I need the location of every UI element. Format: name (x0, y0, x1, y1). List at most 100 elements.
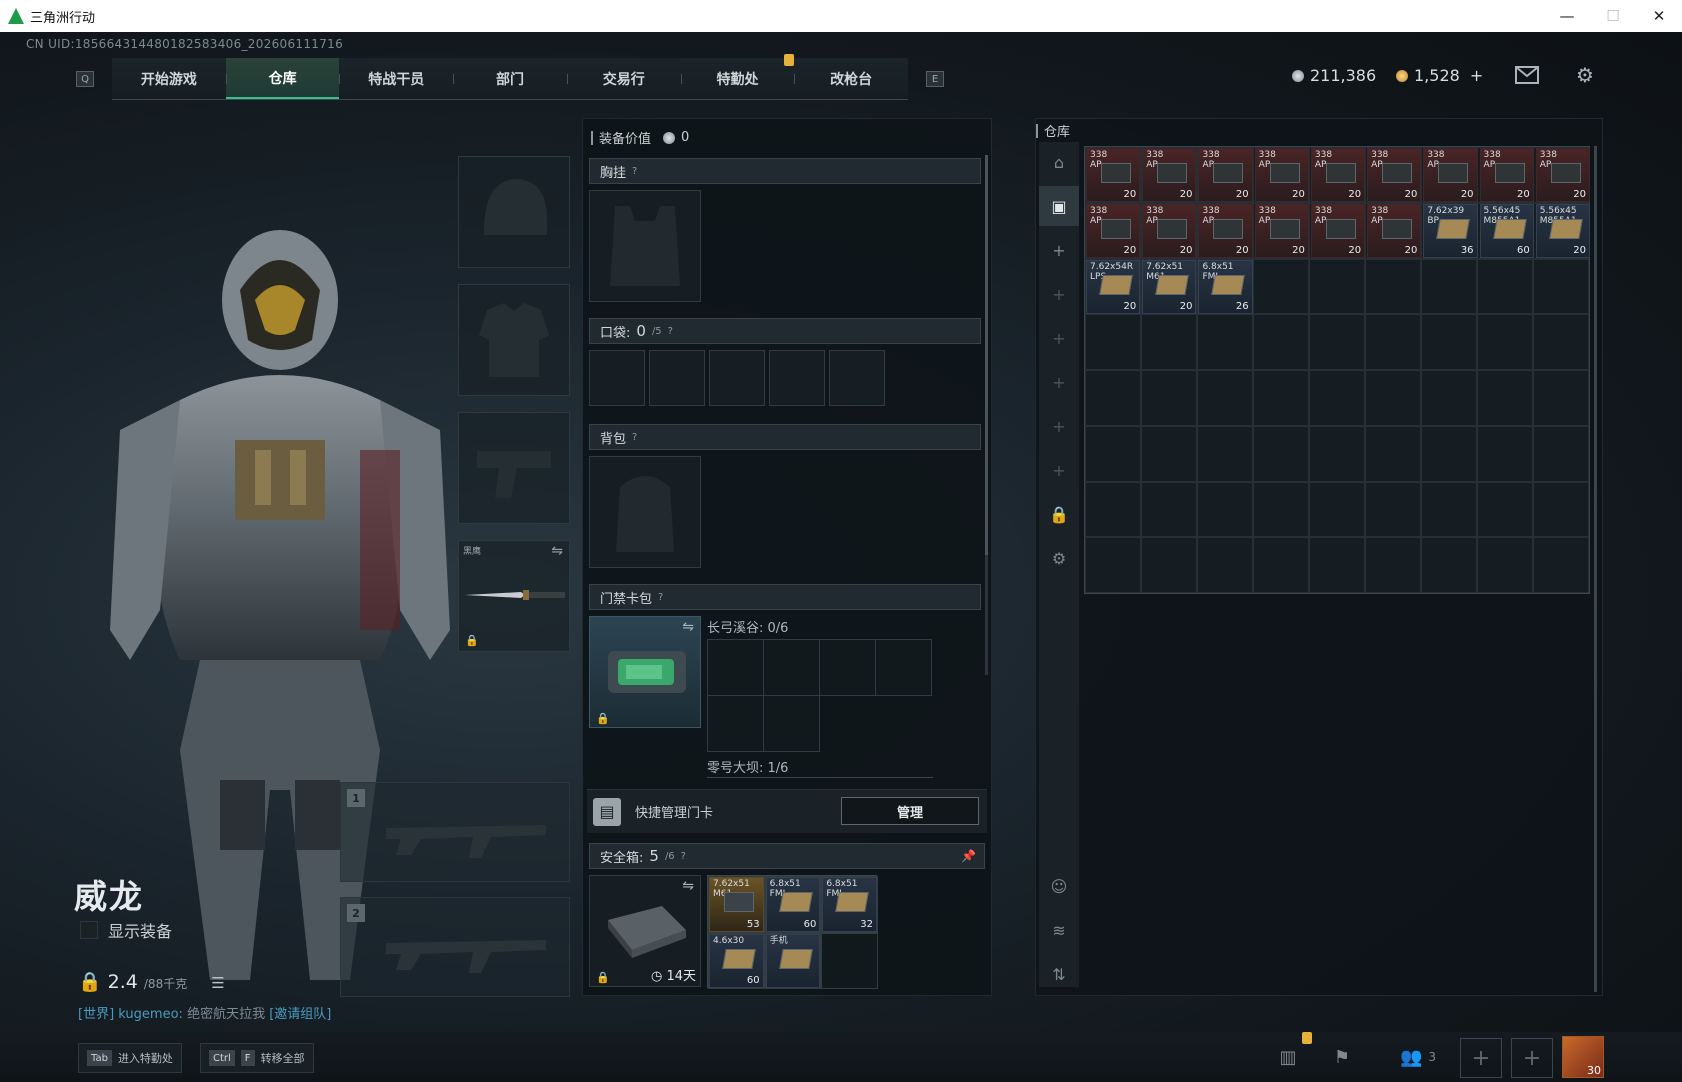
avatar[interactable]: 30 (1562, 1036, 1604, 1078)
stash-cell[interactable] (1141, 370, 1197, 426)
safe-box-item[interactable]: 6.8x51 FMJ 32 (822, 877, 877, 932)
stash-cell[interactable] (1365, 258, 1421, 315)
stash-cell[interactable] (1477, 370, 1533, 426)
stash-cell[interactable] (1309, 314, 1365, 370)
stash-cell[interactable] (1421, 370, 1477, 426)
stash-cell[interactable] (1421, 314, 1477, 370)
stash-item[interactable]: 338 AP 20 (1254, 204, 1309, 258)
stash-cell[interactable] (1253, 314, 1309, 370)
stash-item[interactable]: 338 AP 20 (1367, 148, 1422, 202)
stash-item[interactable]: 338 AP 20 (1086, 148, 1141, 202)
stash-cell[interactable] (1141, 481, 1197, 538)
pocket-slot[interactable] (769, 350, 825, 406)
stash-cell[interactable] (1533, 537, 1589, 593)
gear-icon[interactable]: ⚙ (1039, 538, 1079, 578)
stash-item[interactable]: 338 AP 20 (1254, 148, 1309, 202)
stash-item[interactable]: 338 AP 20 (1367, 204, 1422, 258)
stash-cell[interactable] (1085, 314, 1141, 370)
pocket-slot[interactable] (649, 350, 705, 406)
melee-slot[interactable]: 黑鹰 ⇋ 🔒 (458, 540, 570, 652)
secondary-weapon-slot[interactable]: 2 (340, 897, 570, 997)
safe-box-item[interactable]: 7.62x51 M61 53 (709, 877, 764, 932)
stash-cell[interactable] (1253, 258, 1309, 315)
stash-cell[interactable] (1141, 537, 1197, 593)
stash-cell[interactable] (1141, 425, 1197, 482)
show-equipment-toggle[interactable]: 显示装备 (80, 918, 172, 942)
stash-item[interactable]: 338 AP 20 (1142, 204, 1197, 258)
stash-cell[interactable] (1309, 425, 1365, 482)
swap-icon[interactable]: ⇋ (551, 543, 563, 559)
stash-cell[interactable] (1085, 425, 1141, 482)
stash-cell[interactable] (1533, 370, 1589, 426)
pocket-slot[interactable] (709, 350, 765, 406)
stash-item[interactable]: 6.8x51 FMJ 26 (1198, 260, 1253, 314)
stash-cell[interactable] (1253, 370, 1309, 426)
stash-cell[interactable] (1197, 537, 1253, 593)
safe-box-cell[interactable] (821, 932, 878, 989)
invite-link[interactable]: [邀请组队] (269, 1007, 331, 1022)
phone-item[interactable]: 手机 (765, 933, 821, 988)
stash-cell[interactable] (1421, 258, 1477, 315)
stash-cell[interactable] (1309, 258, 1365, 315)
scrollbar[interactable] (985, 155, 988, 675)
lock-icon[interactable]: 🔒 (1039, 494, 1079, 534)
enter-special-ops-hint[interactable]: Tab 进入特勤处 (78, 1043, 182, 1073)
stash-cell[interactable] (1197, 425, 1253, 482)
keycard-cell[interactable] (707, 695, 764, 752)
stash-item[interactable]: 338 AP 20 (1535, 148, 1590, 202)
backpack-slot[interactable] (589, 456, 701, 568)
stash-home-icon[interactable]: ⌂ (1039, 142, 1079, 182)
stash-item[interactable]: 338 AP 20 (1086, 204, 1141, 258)
help-icon[interactable]: ? (632, 432, 637, 443)
stash-cell[interactable] (1477, 258, 1533, 315)
stash-cell[interactable] (1141, 314, 1197, 370)
stash-cell[interactable] (1197, 370, 1253, 426)
add-page-icon[interactable]: + (1039, 318, 1079, 358)
stash-cell[interactable] (1365, 314, 1421, 370)
nav-prev-key[interactable]: Q (76, 71, 94, 87)
pistol-slot[interactable] (458, 412, 570, 524)
stash-cell[interactable] (1477, 314, 1533, 370)
stash-cell[interactable] (1421, 537, 1477, 593)
list-icon[interactable]: ☰ (211, 974, 224, 992)
stash-cell[interactable] (1197, 314, 1253, 370)
stash-cell[interactable] (1085, 370, 1141, 426)
swap-icon[interactable]: ⇋ (682, 878, 694, 894)
swap-icon[interactable]: ⇋ (682, 619, 694, 635)
flag-icon[interactable]: ⚑ (1322, 1040, 1362, 1074)
keycard-cell[interactable] (819, 639, 876, 696)
stash-item[interactable]: 5.56x45 M855A160 (1479, 204, 1534, 258)
stash-cell[interactable] (1365, 481, 1421, 538)
add-currency-button[interactable]: + (1470, 66, 1483, 85)
stash-cell[interactable] (1253, 425, 1309, 482)
chat-user[interactable]: kugemeo: (118, 1007, 183, 1022)
tab-trading[interactable]: 交易行 (566, 58, 681, 99)
stash-cell[interactable] (1365, 537, 1421, 593)
keycard-cell[interactable] (707, 639, 764, 696)
stash-cell[interactable] (1085, 537, 1141, 593)
keycard-case-slot[interactable]: ⇋ 🔒 (589, 616, 701, 728)
tab-operators[interactable]: 特战干员 (339, 58, 453, 99)
help-icon[interactable]: ? (658, 592, 663, 603)
stash-item[interactable]: 338 AP 20 (1198, 204, 1253, 258)
tab-department[interactable]: 部门 (453, 58, 567, 99)
keycard-cell[interactable] (875, 639, 932, 696)
pocket-slot[interactable] (829, 350, 885, 406)
stash-cell[interactable] (1477, 481, 1533, 538)
keycard-cell[interactable] (763, 639, 820, 696)
tab-special-ops[interactable]: 特勤处 (680, 58, 795, 99)
keycard-cell[interactable] (763, 695, 820, 752)
stash-item[interactable]: 338 AP 20 (1142, 148, 1197, 202)
add-page-icon[interactable]: + (1039, 450, 1079, 490)
add-page-icon[interactable]: + (1039, 362, 1079, 402)
stats-icon[interactable]: ▥ (1268, 1040, 1308, 1074)
mail-icon[interactable] (1514, 64, 1540, 86)
stash-item[interactable]: 5.56x45 M855A120 (1535, 204, 1590, 258)
stash-cell[interactable] (1533, 258, 1589, 315)
transfer-all-hint[interactable]: Ctrl F 转移全部 (200, 1043, 314, 1073)
chest-rig-slot[interactable] (589, 190, 701, 302)
gear-icon[interactable]: ⚙ (1572, 63, 1598, 87)
stash-item[interactable]: 338 AP 20 (1423, 148, 1478, 202)
help-icon[interactable]: ? (681, 851, 686, 862)
stash-item[interactable]: 338 AP 20 (1310, 204, 1366, 258)
